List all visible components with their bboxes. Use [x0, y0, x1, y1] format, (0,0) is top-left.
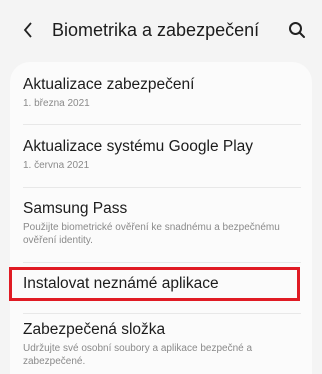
list-item-samsung-pass[interactable]: Samsung Pass Použijte biometrické ověřen… — [10, 190, 312, 260]
item-title: Aktualizace zabezpečení — [23, 76, 195, 93]
item-subtitle: Udržujte své osobní soubory a aplikace b… — [23, 343, 253, 367]
item-title: Samsung Pass — [23, 200, 128, 217]
item-subtitle: 1. března 2021 — [23, 98, 90, 109]
list-item-install-unknown-apps[interactable]: Instalovat neznámé aplikace — [10, 268, 312, 300]
item-title: Instalovat neznámé aplikace — [23, 275, 219, 292]
chevron-left-icon — [23, 22, 32, 38]
divider — [23, 124, 301, 125]
divider — [23, 187, 301, 188]
search-icon — [289, 22, 305, 38]
divider — [23, 262, 301, 263]
list-item-google-play-update[interactable]: Aktualizace systému Google Play 1. červn… — [10, 128, 312, 182]
item-subtitle: 1. června 2021 — [23, 160, 90, 171]
settings-screen: Biometrika a zabezpečení Aktualizace zab… — [0, 0, 322, 374]
list-item-secure-folder[interactable]: Zabezpečená složka Udržujte své osobní s… — [10, 316, 312, 374]
list-item-security-update[interactable]: Aktualizace zabezpečení 1. března 2021 — [10, 70, 312, 120]
item-title: Aktualizace systému Google Play — [23, 138, 254, 155]
page-title: Biometrika a zabezpečení — [52, 20, 260, 40]
item-title: Zabezpečená složka — [23, 321, 166, 338]
back-button[interactable] — [20, 22, 36, 38]
app-bar: Biometrika a zabezpečení — [0, 0, 322, 58]
item-subtitle: Použijte biometrické ověření ke snadnému… — [23, 222, 280, 246]
divider — [23, 313, 301, 314]
search-button[interactable] — [288, 21, 306, 39]
